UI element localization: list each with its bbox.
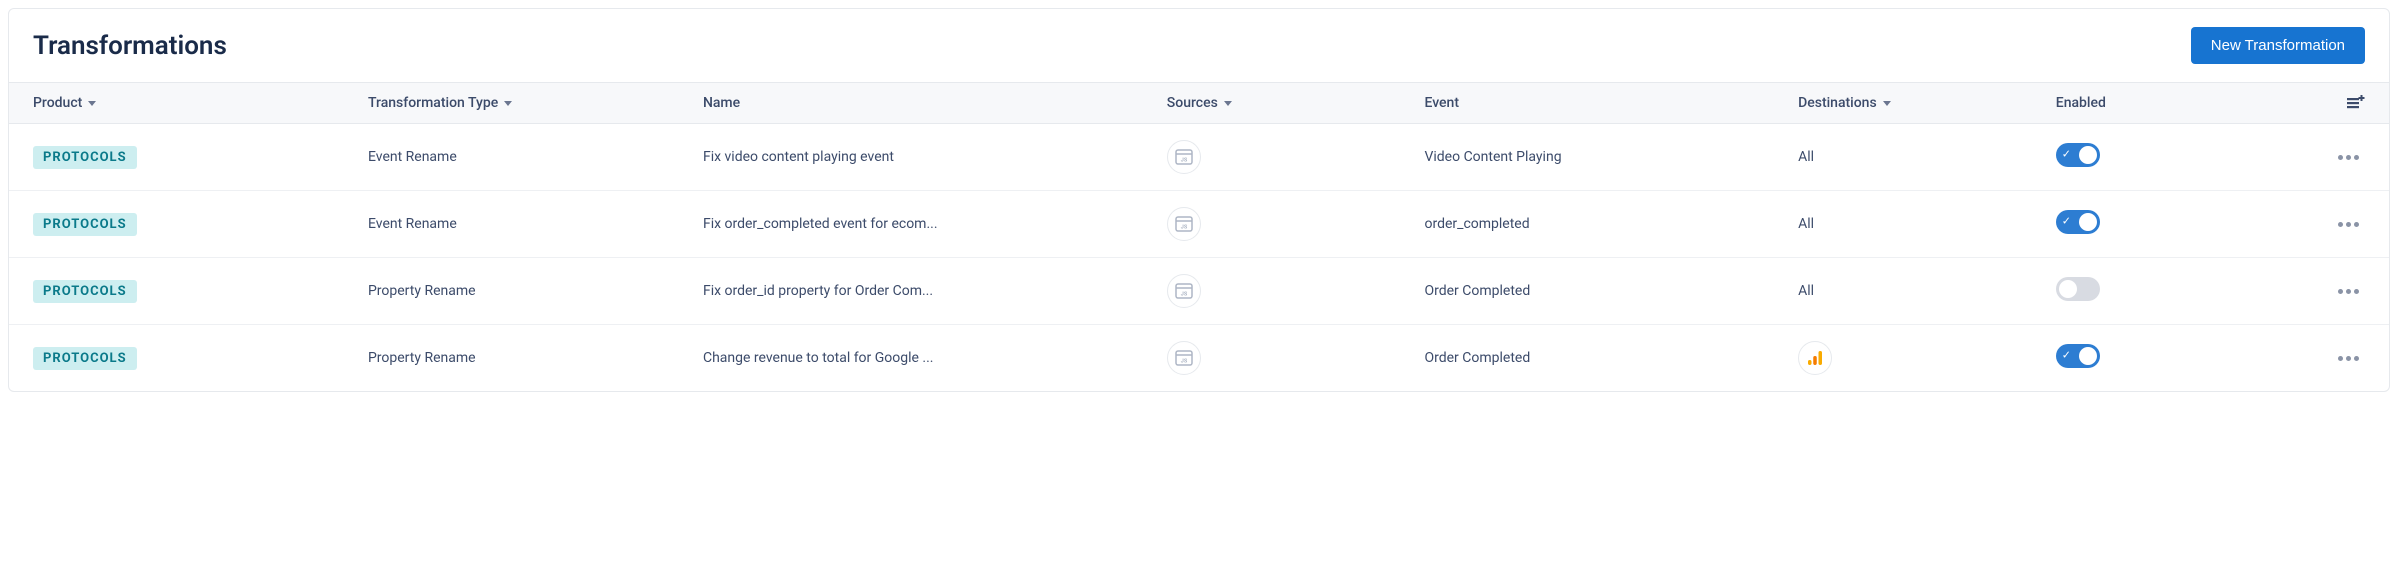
table-body: PROTOCOLSEvent RenameFix video content p…: [9, 124, 2389, 391]
col-type[interactable]: Transformation Type: [368, 95, 703, 111]
page-title: Transformations: [33, 31, 227, 61]
destination-cell: All: [1798, 216, 2056, 232]
destination-cell: All: [1798, 283, 2056, 299]
svg-text:JS: JS: [1181, 292, 1188, 298]
col-destinations-label: Destinations: [1798, 95, 1877, 111]
caret-down-icon: [1224, 101, 1232, 106]
caret-down-icon: [504, 101, 512, 106]
name-cell: Fix order_id property for Order Com...: [703, 283, 1167, 299]
col-name-label: Name: [703, 95, 740, 111]
type-cell: Event Rename: [368, 149, 703, 165]
svg-text:JS: JS: [1181, 359, 1188, 365]
svg-text:JS: JS: [1181, 158, 1188, 164]
product-badge: PROTOCOLS: [33, 347, 137, 370]
product-badge: PROTOCOLS: [33, 213, 137, 236]
event-cell: order_completed: [1424, 216, 1798, 232]
col-sources[interactable]: Sources: [1167, 95, 1425, 111]
product-badge: PROTOCOLS: [33, 280, 137, 303]
check-icon: ✓: [2062, 217, 2071, 228]
table-row[interactable]: PROTOCOLS Event RenameFix video content p…: [9, 124, 2389, 191]
destination-cell: All: [1798, 149, 2056, 165]
enabled-toggle[interactable]: ✓: [2056, 344, 2100, 368]
col-enabled-label: Enabled: [2056, 95, 2106, 111]
new-transformation-button[interactable]: New Transformation: [2191, 27, 2365, 64]
col-enabled: Enabled: [2056, 95, 2288, 111]
enabled-toggle[interactable]: [2056, 277, 2100, 301]
col-type-label: Transformation Type: [368, 95, 498, 111]
check-icon: ✓: [2062, 150, 2071, 161]
source-js-icon: JS: [1167, 341, 1201, 375]
name-cell: Change revenue to total for Google ...: [703, 350, 1167, 366]
name-cell: Fix video content playing event: [703, 149, 1167, 165]
table-row[interactable]: PROTOCOLS Property RenameChange revenue t…: [9, 325, 2389, 391]
row-more-button[interactable]: [2288, 216, 2365, 233]
product-badge: PROTOCOLS: [33, 146, 137, 169]
event-cell: Order Completed: [1424, 283, 1798, 299]
source-js-icon: JS: [1167, 207, 1201, 241]
row-more-button[interactable]: [2288, 149, 2365, 166]
enabled-toggle[interactable]: ✓: [2056, 210, 2100, 234]
caret-down-icon: [88, 101, 96, 106]
row-more-button[interactable]: [2288, 350, 2365, 367]
col-event: Event: [1424, 95, 1798, 111]
table-header-row: Product Transformation Type Name Sources…: [9, 82, 2389, 124]
transformations-panel: Transformations New Transformation Produ…: [8, 8, 2390, 392]
enabled-toggle[interactable]: ✓: [2056, 143, 2100, 167]
row-more-button[interactable]: [2288, 283, 2365, 300]
col-product[interactable]: Product: [33, 95, 368, 111]
event-cell: Order Completed: [1424, 350, 1798, 366]
event-cell: Video Content Playing: [1424, 149, 1798, 165]
name-cell: Fix order_completed event for ecom...: [703, 216, 1167, 232]
table-row[interactable]: PROTOCOLS Property RenameFix order_id pro…: [9, 258, 2389, 325]
type-cell: Event Rename: [368, 216, 703, 232]
source-js-icon: JS: [1167, 140, 1201, 174]
col-destinations[interactable]: Destinations: [1798, 95, 2056, 111]
svg-text:JS: JS: [1181, 225, 1188, 231]
table-row[interactable]: PROTOCOLS Event RenameFix order_completed…: [9, 191, 2389, 258]
col-event-label: Event: [1424, 95, 1459, 111]
col-product-label: Product: [33, 95, 82, 111]
col-name: Name: [703, 95, 1167, 111]
destination-google-analytics-icon: [1798, 341, 1832, 375]
check-icon: ✓: [2062, 351, 2071, 362]
add-column-icon: [2347, 95, 2365, 111]
type-cell: Property Rename: [368, 350, 703, 366]
source-js-icon: JS: [1167, 274, 1201, 308]
caret-down-icon: [1883, 101, 1891, 106]
col-sources-label: Sources: [1167, 95, 1218, 111]
panel-header: Transformations New Transformation: [9, 9, 2389, 82]
col-add[interactable]: [2288, 95, 2365, 111]
type-cell: Property Rename: [368, 283, 703, 299]
